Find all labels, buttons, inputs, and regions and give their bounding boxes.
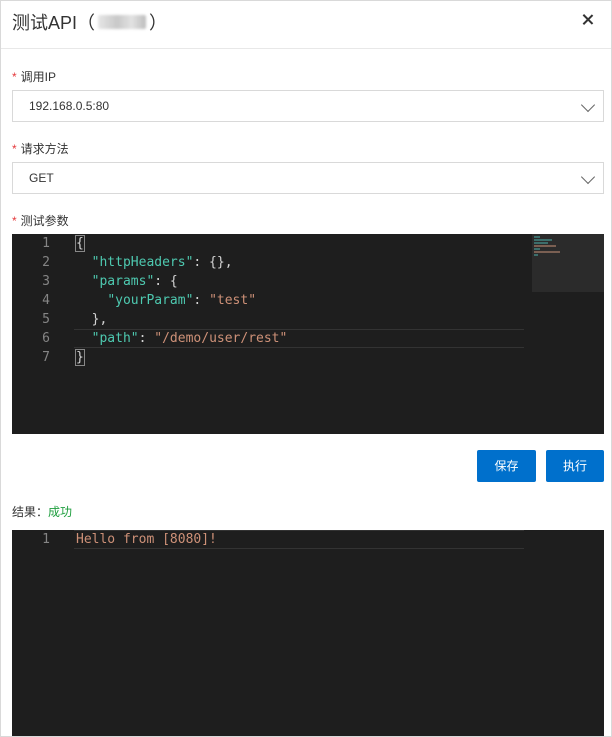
- ip-select[interactable]: 192.168.0.5:80: [12, 90, 604, 122]
- result-status: 成功: [48, 505, 73, 519]
- dialog-header: 测试API（ ）: [1, 1, 611, 49]
- code-text: },: [76, 310, 108, 329]
- result-label: 结果：成功: [12, 503, 72, 520]
- ip-label: * 调用IP: [12, 68, 56, 85]
- method-select[interactable]: GET: [12, 162, 604, 194]
- code-token: : {: [154, 274, 178, 289]
- params-label: * 测试参数: [12, 212, 69, 229]
- code-text: }: [75, 348, 85, 367]
- run-button[interactable]: 执行: [546, 450, 604, 482]
- dialog-title: 测试API（ ）: [12, 9, 167, 35]
- line-number: 7: [42, 350, 50, 365]
- code-text: "path": "/demo/user/rest": [76, 329, 288, 348]
- method-label-text: 请求方法: [20, 142, 69, 156]
- code-line[interactable]: 4 "yourParam": "test": [12, 291, 604, 310]
- code-text: "yourParam": "test": [76, 291, 256, 310]
- test-api-dialog: 测试API（ ） * 调用IP 192.168.0.5:80 * 请求方法 GET …: [0, 0, 612, 737]
- code-text: "httpHeaders": {},: [76, 253, 233, 272]
- line-number: 3: [42, 274, 50, 289]
- line-number: 5: [42, 312, 50, 327]
- ip-select-value: 192.168.0.5:80: [29, 99, 110, 113]
- dialog-title-prefix: 测试API（: [12, 13, 96, 33]
- required-mark: *: [12, 214, 17, 228]
- code-token: "params": [91, 274, 155, 289]
- code-line[interactable]: 3 "params": {: [12, 272, 604, 291]
- chevron-down-icon[interactable]: [580, 169, 596, 185]
- code-token: : {},: [193, 255, 233, 270]
- line-number: 1: [42, 532, 50, 547]
- close-icon[interactable]: [579, 11, 597, 29]
- save-button[interactable]: 保存: [477, 450, 536, 482]
- code-line[interactable]: 7}: [12, 348, 604, 367]
- code-line[interactable]: 6 "path": "/demo/user/rest": [12, 329, 604, 348]
- code-token: "yourParam": [107, 293, 194, 308]
- method-select-value: GET: [29, 171, 54, 185]
- code-token: }: [75, 349, 85, 366]
- line-number: 4: [42, 293, 50, 308]
- method-label: * 请求方法: [12, 140, 69, 157]
- code-token: "path": [91, 331, 139, 346]
- line-number: 2: [42, 255, 50, 270]
- code-text: "params": {: [76, 272, 178, 291]
- output-text: Hello from [8080]!: [76, 532, 217, 547]
- redacted-api-name: [98, 15, 147, 29]
- code-token: "httpHeaders": [91, 255, 194, 270]
- chevron-down-icon[interactable]: [580, 97, 596, 113]
- code-line[interactable]: 1{: [12, 234, 604, 253]
- ip-label-text: 调用IP: [20, 70, 57, 84]
- params-code-editor[interactable]: 1{2 "httpHeaders": {}, 3 "params": {4 "yo…: [12, 234, 604, 434]
- line-number: 6: [42, 331, 50, 346]
- code-token: {: [75, 235, 85, 252]
- code-line[interactable]: 2 "httpHeaders": {},: [12, 253, 604, 272]
- code-text: {: [75, 234, 85, 253]
- code-line[interactable]: 5 },: [12, 310, 604, 329]
- line-number: 1: [42, 236, 50, 251]
- required-mark: *: [12, 70, 17, 84]
- code-token: "/demo/user/rest": [154, 331, 288, 346]
- result-output-editor[interactable]: 1 Hello from [8080]!: [12, 530, 604, 736]
- code-token: },: [91, 312, 108, 327]
- code-token: "test": [209, 293, 257, 308]
- code-token: :: [138, 331, 155, 346]
- code-token: :: [193, 293, 210, 308]
- output-line[interactable]: 1 Hello from [8080]!: [12, 530, 604, 549]
- required-mark: *: [12, 142, 17, 156]
- params-label-text: 测试参数: [20, 214, 69, 228]
- result-label-text: 结果：: [12, 505, 49, 519]
- dialog-title-suffix: ）: [149, 13, 168, 33]
